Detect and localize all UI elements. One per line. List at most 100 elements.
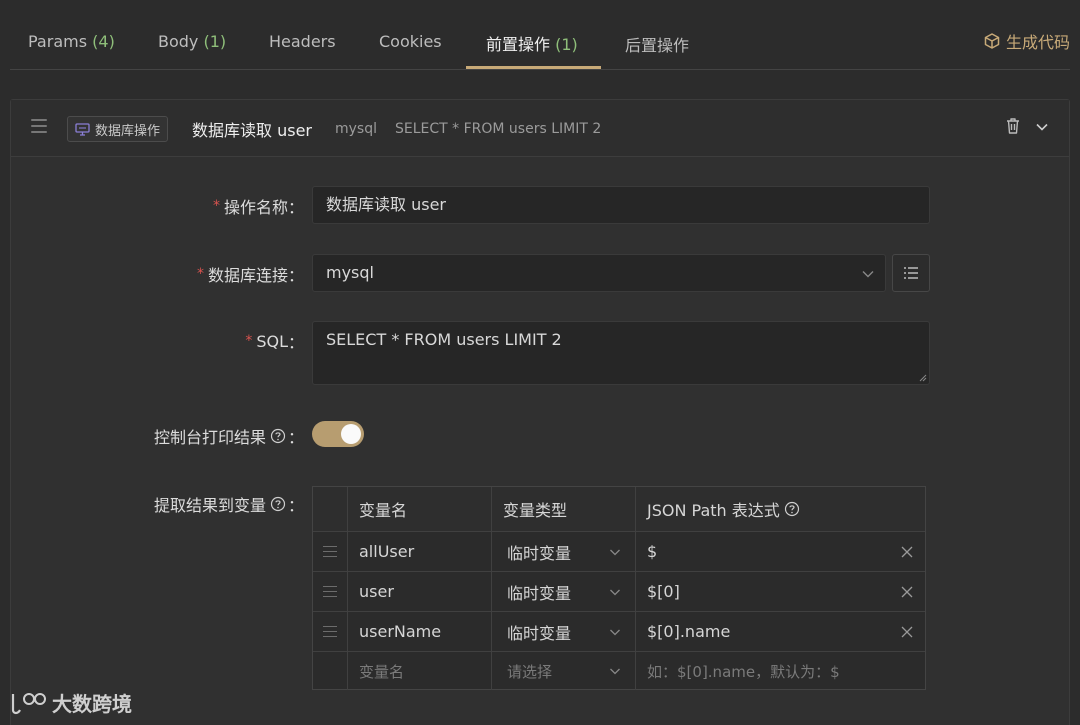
new-variable-type-select[interactable]: 请选择 xyxy=(492,652,636,690)
table-row: user 临时变量 $[0] xyxy=(313,572,925,612)
operation-sql-preview: SELECT * FROM users LIMIT 2 xyxy=(395,121,602,137)
drag-handle-icon[interactable] xyxy=(31,119,47,133)
variable-type-value: 临时变量 xyxy=(507,583,572,603)
row-drag-handle[interactable] xyxy=(313,612,348,651)
sql-textarea[interactable]: SELECT * FROM users LIMIT 2 xyxy=(312,321,930,385)
tab-params-label: Params xyxy=(28,32,88,51)
extract-variables-label: 提取结果到变量 ： xyxy=(154,492,304,516)
chevron-down-icon xyxy=(610,629,620,635)
json-path-input[interactable]: $ xyxy=(636,532,925,571)
db-connection-select[interactable]: mysql xyxy=(312,254,886,292)
console-print-toggle[interactable] xyxy=(312,421,364,447)
required-mark: * xyxy=(245,333,253,349)
label-colon: ： xyxy=(287,266,304,285)
tab-pre-operations-count: (1) xyxy=(555,35,578,54)
tab-headers-label: Headers xyxy=(269,32,336,51)
console-print-label-text: 控制台打印结果 xyxy=(153,428,266,447)
drag-handle-icon xyxy=(323,626,337,637)
sql-value: SELECT * FROM users LIMIT 2 xyxy=(326,330,562,349)
resize-handle-icon[interactable] xyxy=(918,373,927,382)
list-icon xyxy=(904,267,918,279)
toggle-knob xyxy=(341,424,361,444)
operation-title: 数据库读取 user xyxy=(192,121,312,140)
operation-db: mysql xyxy=(335,121,377,137)
tab-pre-operations[interactable]: 前置操作 (1) xyxy=(486,31,578,55)
json-path-input[interactable]: $[0].name xyxy=(636,612,925,651)
tab-post-operations-label: 后置操作 xyxy=(625,36,690,55)
chevron-down-icon xyxy=(862,271,874,278)
label-colon: ： xyxy=(287,428,304,447)
drag-handle-icon xyxy=(323,546,337,557)
watermark-logo xyxy=(11,692,46,714)
tab-cookies-label: Cookies xyxy=(379,32,442,51)
help-icon[interactable] xyxy=(270,496,286,512)
json-path-value: $[0] xyxy=(647,582,680,601)
tab-params[interactable]: Params (4) xyxy=(28,32,115,51)
operation-name-value: 数据库读取 user xyxy=(326,195,446,214)
db-list-button[interactable] xyxy=(892,254,930,292)
tab-cookies[interactable]: Cookies xyxy=(379,32,442,51)
help-icon[interactable] xyxy=(784,501,800,517)
extract-variables-table: 变量名 变量类型 JSON Path 表达式 allUser 临时变量 $ us… xyxy=(312,486,926,690)
db-connection-label-text: 数据库连接 xyxy=(207,266,288,285)
trash-icon[interactable] xyxy=(1005,117,1021,135)
close-icon[interactable] xyxy=(901,546,913,558)
sql-label: * SQL： xyxy=(245,329,304,353)
operation-name-input[interactable]: 数据库读取 user xyxy=(312,186,930,224)
required-mark: * xyxy=(196,266,204,282)
label-colon: ： xyxy=(287,496,304,515)
variable-name-input[interactable]: allUser xyxy=(348,532,492,571)
variable-type-select[interactable]: 临时变量 xyxy=(492,532,636,571)
monitor-icon xyxy=(75,122,90,136)
row-drag-handle[interactable] xyxy=(313,532,348,571)
json-path-input[interactable]: $[0] xyxy=(636,572,925,611)
variable-type-value: 临时变量 xyxy=(507,623,572,643)
generate-code-label: 生成代码 xyxy=(1005,33,1070,52)
cube-icon xyxy=(984,33,1000,49)
close-icon[interactable] xyxy=(901,626,913,638)
new-json-path-input[interactable]: 如：$[0].name，默认为：$ xyxy=(636,652,925,690)
watermark-text: 大数跨境 xyxy=(52,692,132,716)
json-path-value: $[0].name xyxy=(647,622,731,641)
table-row: userName 临时变量 $[0].name xyxy=(313,612,925,652)
tab-post-operations[interactable]: 后置操作 xyxy=(625,32,689,56)
db-connection-value: mysql xyxy=(326,263,374,282)
generate-code-button[interactable]: 生成代码 xyxy=(984,29,1070,53)
required-mark: * xyxy=(212,198,220,214)
variable-name-input[interactable]: userName xyxy=(348,612,492,651)
label-colon: ： xyxy=(287,198,304,217)
tab-body[interactable]: Body (1) xyxy=(158,32,226,51)
tab-headers[interactable]: Headers xyxy=(269,32,336,51)
chevron-down-icon[interactable] xyxy=(1035,120,1049,134)
header-drag-cell xyxy=(313,487,348,531)
variable-type-select[interactable]: 临时变量 xyxy=(492,572,636,611)
close-icon[interactable] xyxy=(901,586,913,598)
header-json-path: JSON Path 表达式 xyxy=(636,487,925,531)
variable-type-value: 临时变量 xyxy=(507,543,572,563)
variable-type-select[interactable]: 临时变量 xyxy=(492,612,636,651)
help-icon[interactable] xyxy=(270,428,286,444)
variable-name-input[interactable]: user xyxy=(348,572,492,611)
new-variable-name-input[interactable]: 变量名 xyxy=(348,652,492,690)
new-variable-type-placeholder: 请选择 xyxy=(507,662,553,681)
row-drag-cell xyxy=(313,652,348,690)
header-variable-type: 变量类型 xyxy=(492,487,636,531)
operation-name-label: * 操作名称： xyxy=(213,194,304,218)
tab-pre-operations-label: 前置操作 xyxy=(486,35,551,54)
row-drag-handle[interactable] xyxy=(313,572,348,611)
json-path-value: $ xyxy=(647,542,658,561)
operation-header[interactable]: 数据库操作 数据库读取 user mysql SELECT * FROM use… xyxy=(11,100,1069,157)
table-header-row: 变量名 变量类型 JSON Path 表达式 xyxy=(313,487,925,532)
tab-body-count: (1) xyxy=(203,32,227,51)
operation-type-label: 数据库操作 xyxy=(95,123,161,139)
header-variable-name: 变量名 xyxy=(348,487,492,531)
table-row: allUser 临时变量 $ xyxy=(313,532,925,572)
chevron-down-icon xyxy=(610,668,620,675)
operation-name-label-text: 操作名称 xyxy=(223,198,288,217)
watermark: 大数跨境 xyxy=(10,688,132,717)
chevron-down-icon xyxy=(610,589,620,595)
operation-type-badge: 数据库操作 xyxy=(67,116,169,142)
db-connection-label: * 数据库连接： xyxy=(197,262,304,286)
header-json-path-label: JSON Path 表达式 xyxy=(647,501,780,520)
extract-variables-label-text: 提取结果到变量 xyxy=(153,496,266,515)
